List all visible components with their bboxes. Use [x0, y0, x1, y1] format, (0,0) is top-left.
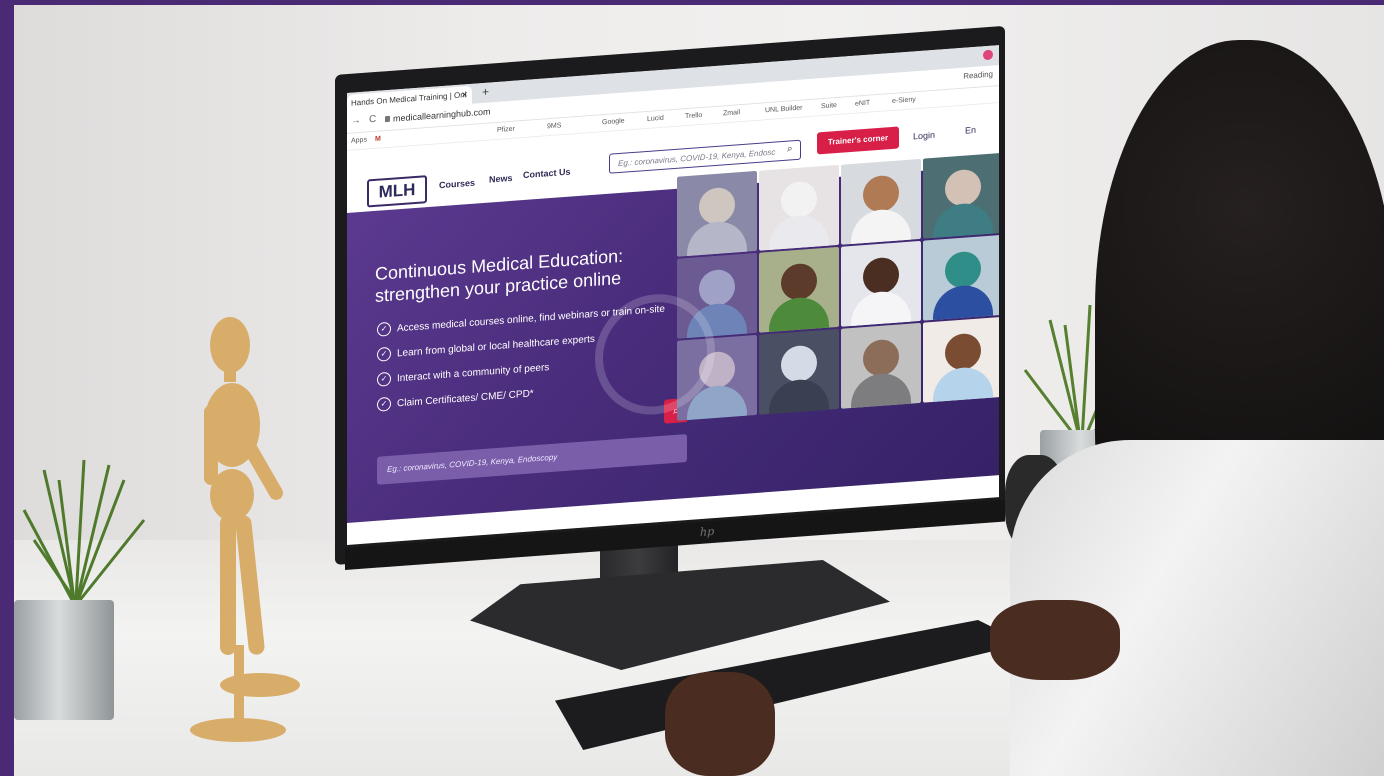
check-circle-icon: ✓: [377, 396, 391, 412]
reading-list-button[interactable]: Reading: [963, 70, 993, 81]
profile-avatar[interactable]: [983, 49, 993, 61]
bookmark-item[interactable]: Google: [602, 118, 625, 127]
new-tab-button[interactable]: +: [482, 85, 489, 100]
header-search-input[interactable]: Eg.: coronavirus, COVID-19, Kenya, Endos…: [609, 139, 801, 174]
doctor-photo: [841, 158, 921, 245]
bookmark-item[interactable]: Lucid: [647, 115, 664, 123]
mannequin-icon: [190, 317, 300, 742]
wooden-mannequin: [190, 315, 330, 745]
back-arrow-icon[interactable]: →: [351, 115, 361, 127]
hero-bullet-text: Learn from global or local healthcare ex…: [397, 333, 595, 359]
bookmark-item[interactable]: e-Sieny: [892, 96, 916, 105]
language-selector[interactable]: En: [965, 125, 976, 136]
monitor-brand-logo: hp: [700, 524, 715, 539]
frame-border-top: [0, 0, 1384, 5]
doctor-photo: [923, 152, 999, 239]
url-field[interactable]: medicallearninghub.com: [393, 106, 491, 123]
tab-close-icon[interactable]: ✕: [461, 90, 468, 99]
bookmark-item[interactable]: 9MS: [547, 122, 561, 130]
plant-leaves-icon: [22, 459, 146, 601]
nav-contact-us[interactable]: Contact Us: [523, 167, 571, 180]
site-logo[interactable]: MLH: [367, 175, 427, 208]
left-pot: [14, 600, 114, 720]
check-circle-icon: ✓: [377, 321, 391, 337]
hero-search-input[interactable]: Eg.: coronavirus, COVID-19, Kenya, Endos…: [377, 434, 687, 485]
bookmark-item[interactable]: M: [375, 136, 381, 143]
graduate-photo: [759, 246, 839, 333]
login-link[interactable]: Login: [913, 130, 935, 142]
masked-person-photo: [759, 328, 839, 415]
monitor-screen: Hands On Medical Training | Onl ✕ + → C …: [347, 45, 999, 545]
bookmark-item[interactable]: Trello: [685, 112, 702, 120]
hero-bullet-text: Interact with a community of peers: [397, 361, 550, 384]
nurse-photo: [923, 316, 999, 403]
person-hand-left: [665, 672, 775, 776]
photo-grid: [677, 152, 999, 507]
check-circle-icon: ✓: [377, 371, 391, 387]
person-hand-right: [990, 600, 1120, 680]
photo-scene: hp Hands On Medical Training | Onl ✕ + →…: [0, 0, 1384, 776]
reload-icon[interactable]: C: [369, 114, 376, 126]
doctor-photo: [841, 240, 921, 327]
nav-news[interactable]: News: [489, 173, 513, 185]
lock-icon: [385, 115, 390, 123]
hero-bullet-text: Claim Certificates/ CME/ CPD*: [397, 387, 534, 409]
bookmark-item[interactable]: UNL Builder: [765, 105, 802, 115]
bookmark-item[interactable]: Apps: [351, 137, 367, 145]
bookmark-item[interactable]: Zmail: [723, 109, 740, 117]
left-plant: [14, 450, 154, 730]
hero-banner: Continuous Medical Education: strengthen…: [347, 152, 999, 523]
bookmark-item[interactable]: Pfizer: [497, 126, 515, 134]
nav-courses[interactable]: Courses: [439, 178, 475, 191]
search-icon[interactable]: ⌕: [787, 143, 793, 154]
surgeon-photo: [923, 234, 999, 321]
masked-person-photo: [841, 322, 921, 409]
check-circle-icon: ✓: [377, 346, 391, 362]
bookmark-item[interactable]: Suite: [821, 102, 837, 110]
doctor-photo: [677, 170, 757, 257]
frame-border-left: [0, 0, 14, 776]
trainers-corner-button[interactable]: Trainer's corner: [817, 126, 899, 155]
bookmark-item[interactable]: eNIT: [855, 100, 870, 108]
doctor-photo: [759, 164, 839, 251]
